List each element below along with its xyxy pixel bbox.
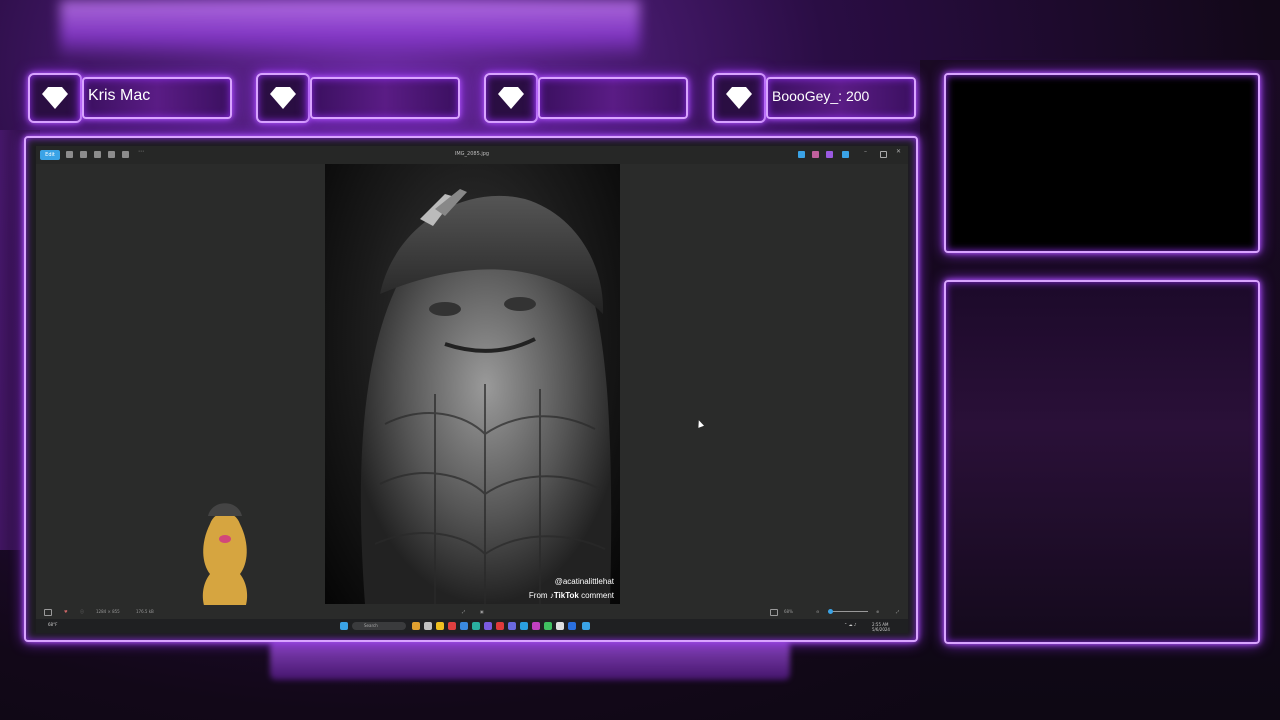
- alert-gem-box: [712, 73, 766, 123]
- discord-icon[interactable]: [508, 622, 516, 630]
- maximize-icon[interactable]: [880, 151, 887, 158]
- alert-name: Kris Mac: [88, 87, 151, 104]
- alert-bar: [538, 77, 688, 119]
- photo-credit-handle: @acatinalittlehat: [554, 577, 614, 586]
- app-icon[interactable]: [460, 622, 468, 630]
- photo-viewer-statusbar: ♥ ⓘ 1284 × 855 176.5 kB ⤢ ▣ 68% ⊖ ⊕ ⤢: [36, 605, 908, 619]
- background-glow: [60, 0, 640, 60]
- alert-name: BoooGey_: 200: [772, 88, 870, 104]
- credit-from: From: [528, 591, 548, 600]
- diamond-icon: [42, 87, 68, 109]
- zoom-level[interactable]: 68%: [784, 609, 793, 614]
- diamond-icon: [726, 87, 752, 109]
- credit-suffix: comment: [581, 591, 614, 600]
- app-icon[interactable]: [532, 622, 540, 630]
- windows-taskbar: 68°F Search ⌃ ☁ ♪ 2:55 AM 5/6/2024: [36, 619, 908, 633]
- background-keyboard: [270, 640, 790, 680]
- app-icon[interactable]: [520, 622, 528, 630]
- filmstrip-icon[interactable]: [44, 609, 52, 616]
- photo-viewer-titlebar: Edit ⋯ IMG_2085.jpg – ✕: [36, 146, 908, 164]
- screen-capture: Edit ⋯ IMG_2085.jpg – ✕ @acatinalittleha…: [36, 146, 908, 633]
- chat-frame: [944, 280, 1260, 644]
- filesize-text: 176.5 kB: [136, 609, 154, 614]
- folder-icon[interactable]: [436, 622, 444, 630]
- clock-date[interactable]: 5/6/2024: [872, 627, 890, 632]
- diamond-icon: [270, 87, 296, 109]
- zoom-in-icon[interactable]: ⊕: [876, 609, 879, 614]
- zoom-slider-thumb[interactable]: [828, 609, 833, 614]
- fit-window-icon[interactable]: [770, 609, 778, 616]
- alert-gem-box: [28, 73, 82, 123]
- windows-icon[interactable]: [340, 622, 348, 630]
- alert-bar: [310, 77, 460, 119]
- weather-text[interactable]: 68°F: [48, 622, 57, 627]
- app-icon[interactable]: [812, 151, 819, 158]
- minimize-icon[interactable]: –: [864, 148, 871, 155]
- credit-brand: TikTok: [553, 591, 579, 600]
- edge-icon[interactable]: [472, 622, 480, 630]
- app-icon[interactable]: [544, 622, 552, 630]
- fit-icon[interactable]: ⤢: [462, 609, 465, 614]
- app-icon[interactable]: [826, 151, 833, 158]
- window-title: IMG_2085.jpg: [454, 151, 490, 157]
- app-icon[interactable]: [424, 622, 432, 630]
- alert-donor: BoooGey_: 200: [712, 73, 916, 123]
- zoom-out-icon[interactable]: ⊖: [816, 609, 819, 614]
- fullscreen-icon[interactable]: ⤢: [896, 609, 899, 614]
- app-icon[interactable]: [484, 622, 492, 630]
- close-icon[interactable]: ✕: [896, 148, 903, 155]
- app-icon[interactable]: [568, 622, 576, 630]
- taskbar-search[interactable]: Search: [352, 622, 406, 630]
- alert-gem-box: [484, 73, 538, 123]
- photos-icon[interactable]: [582, 622, 590, 630]
- app-icon[interactable]: [798, 151, 805, 158]
- alert-follower: Kris Mac: [28, 73, 232, 123]
- tray-icons[interactable]: ⌃ ☁ ♪: [844, 622, 856, 627]
- heart-icon[interactable]: ♥: [64, 609, 68, 614]
- zoom-slider[interactable]: [828, 611, 868, 612]
- webcam-frame: [944, 73, 1260, 253]
- diamond-icon: [498, 87, 524, 109]
- alert-slot-3: [484, 73, 688, 123]
- app-icon[interactable]: [448, 622, 456, 630]
- photo-illustration: [360, 189, 612, 604]
- dimensions-text: 1284 × 855: [96, 609, 120, 614]
- app-icon[interactable]: [412, 622, 420, 630]
- alert-gem-box: [256, 73, 310, 123]
- info-icon[interactable]: ⓘ: [80, 609, 84, 615]
- actual-size-icon[interactable]: ▣: [480, 609, 484, 614]
- photo-image: @acatinalittlehat From ♪TikTok comment: [325, 164, 620, 604]
- app-icon[interactable]: [556, 622, 564, 630]
- cloud-icon[interactable]: [842, 151, 849, 158]
- app-icon[interactable]: [496, 622, 504, 630]
- alert-slot-2: [256, 73, 460, 123]
- photo-credit-line: From ♪TikTok comment: [529, 591, 614, 600]
